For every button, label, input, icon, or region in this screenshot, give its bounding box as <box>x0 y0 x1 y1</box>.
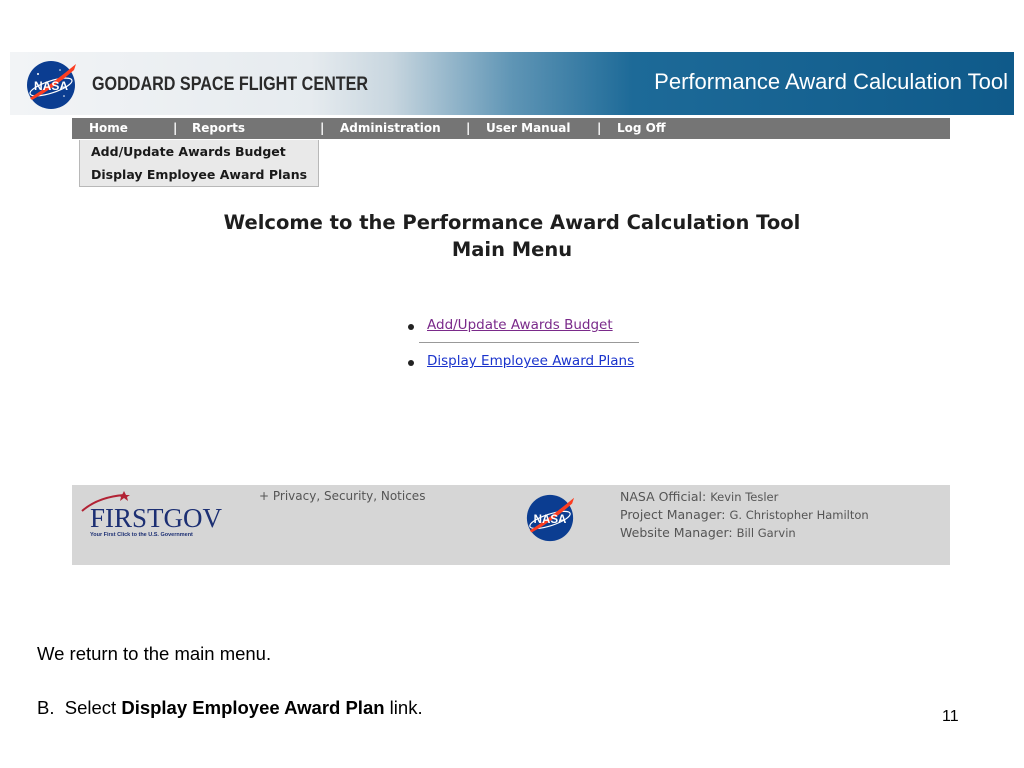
center-name: GODDARD SPACE FLIGHT CENTER <box>92 74 369 95</box>
page-number: 11 <box>942 708 959 725</box>
site-banner: NASA GODDARD SPACE FLIGHT CENTER Perform… <box>10 52 1014 115</box>
nav-separator: | <box>597 121 602 135</box>
home-dropdown-menu: Add/Update Awards Budget Display Employe… <box>79 140 319 187</box>
official-row: Website Manager: Bill Garvin <box>620 525 796 540</box>
official-row: Project Manager: G. Christopher Hamilton <box>620 507 869 522</box>
nav-bar: Home | Reports | Administration | User M… <box>72 118 950 139</box>
slide-note: We return to the main menu. <box>37 643 272 664</box>
display-employee-award-plans-link[interactable]: Display Employee Award Plans <box>427 353 634 369</box>
nav-reports[interactable]: Reports <box>192 121 245 135</box>
firstgov-wordmark: FIRSTGOV <box>90 503 223 533</box>
nasa-logo-icon: NASA <box>27 61 76 109</box>
nav-separator: | <box>320 121 325 135</box>
official-row: NASA Official: Kevin Tesler <box>620 489 779 504</box>
welcome-heading: Welcome to the Performance Award Calcula… <box>223 211 801 234</box>
bullet-icon <box>408 324 414 330</box>
bullet-icon <box>408 360 414 366</box>
nasa-footer-logo-icon: NASA <box>526 494 575 542</box>
site-officials: NASA Official: Kevin Tesler Project Mana… <box>620 488 869 542</box>
svg-text:NASA: NASA <box>34 79 68 93</box>
privacy-security-notices-link[interactable]: + Privacy, Security, Notices <box>259 489 425 503</box>
nav-log-off[interactable]: Log Off <box>617 121 666 135</box>
svg-text:NASA: NASA <box>534 514 567 526</box>
site-footer: FIRSTGOV Your First Click to the U.S. Go… <box>72 485 950 565</box>
add-update-awards-budget-link[interactable]: Add/Update Awards Budget <box>427 317 613 333</box>
nav-user-manual[interactable]: User Manual <box>486 121 570 135</box>
menu-item-display-employee-award-plans[interactable]: Display Employee Award Plans <box>80 163 318 186</box>
slide-step: B. Select Display Employee Award Plan li… <box>37 697 423 718</box>
nav-home[interactable]: Home <box>89 121 128 135</box>
page-title: Welcome to the Performance Award Calcula… <box>0 209 1024 263</box>
nav-separator: | <box>466 121 471 135</box>
tool-title: Performance Award Calculation Tool <box>654 69 1008 94</box>
link-divider <box>419 342 639 343</box>
firstgov-logo[interactable]: FIRSTGOV Your First Click to the U.S. Go… <box>78 491 222 541</box>
menu-item-add-update-awards-budget[interactable]: Add/Update Awards Budget <box>80 140 318 163</box>
main-menu-heading: Main Menu <box>451 238 573 261</box>
nav-separator: | <box>173 121 178 135</box>
nav-administration[interactable]: Administration <box>340 121 441 135</box>
firstgov-tagline: Your First Click to the U.S. Government <box>90 532 193 538</box>
